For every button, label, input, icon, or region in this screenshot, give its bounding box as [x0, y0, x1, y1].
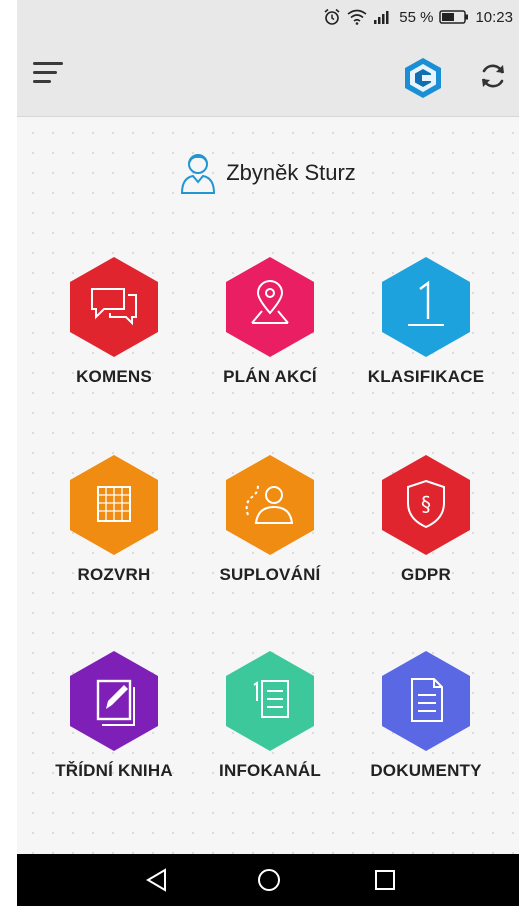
shield-paragraph-icon: § [382, 455, 470, 555]
status-bar: 55 % 10:23 [17, 0, 519, 34]
document-icon [382, 651, 470, 751]
battery-percent: 55 % [399, 8, 434, 26]
tile-infokanal[interactable]: INFOKANÁL [190, 649, 350, 781]
grade-one-icon [382, 257, 470, 357]
user-avatar-icon [181, 154, 216, 194]
tile-label: SUPLOVÁNÍ [219, 565, 321, 584]
tile-label: KOMENS [76, 367, 152, 386]
refresh-icon[interactable] [477, 60, 509, 92]
user-header: Zbyněk Sturz [17, 147, 519, 199]
phone-screen: 55 % 10:23 Zbyněk Sturz KOMENS PLÁN AKCÍ… [17, 0, 519, 906]
class-book-pen-icon [70, 651, 158, 751]
dashboard: Zbyněk Sturz KOMENS PLÁN AKCÍ KLASIFIKAC… [17, 117, 519, 854]
tile-dokumenty[interactable]: DOKUMENTY [346, 649, 506, 781]
wifi-icon [347, 9, 367, 25]
tile-komens[interactable]: KOMENS [34, 255, 194, 387]
tile-label: DOKUMENTY [370, 761, 482, 780]
tile-label: TŘÍDNÍ KNIHA [55, 761, 173, 780]
tile-label: PLÁN AKCÍ [223, 367, 317, 386]
svg-text:§: § [421, 492, 431, 516]
numbered-list-icon [226, 651, 314, 751]
tile-plan-akci[interactable]: PLÁN AKCÍ [190, 255, 350, 387]
tile-label: KLASIFIKACE [367, 367, 485, 386]
chat-bubbles-icon [70, 257, 158, 357]
menu-button[interactable] [33, 62, 63, 86]
tile-rozvrh[interactable]: ROZVRH [34, 453, 194, 585]
map-pin-icon [226, 257, 314, 357]
back-icon[interactable] [141, 864, 173, 896]
clock: 10:23 [475, 8, 513, 26]
bakalari-logo-icon[interactable] [401, 56, 445, 100]
tile-label: ROZVRH [77, 565, 151, 584]
tile-label: INFOKANÁL [219, 761, 321, 780]
home-icon[interactable] [253, 864, 285, 896]
alarm-icon [324, 8, 340, 25]
menu-icon [33, 62, 63, 65]
tile-klasifikace[interactable]: KLASIFIKACE [346, 255, 506, 387]
signal-icon [374, 11, 389, 24]
tile-gdpr[interactable]: § GDPR [346, 453, 506, 585]
timetable-grid-icon [70, 455, 158, 555]
tile-tridni-kniha[interactable]: TŘÍDNÍ KNIHA [34, 649, 194, 781]
battery-icon [439, 10, 469, 24]
app-bar [17, 34, 519, 117]
tile-suplovani[interactable]: SUPLOVÁNÍ [190, 453, 350, 585]
recents-icon[interactable] [369, 864, 401, 896]
user-name: Zbyněk Sturz [226, 160, 356, 185]
tile-label: GDPR [401, 565, 451, 584]
system-nav-bar [17, 854, 519, 906]
substitute-person-icon [226, 455, 314, 555]
